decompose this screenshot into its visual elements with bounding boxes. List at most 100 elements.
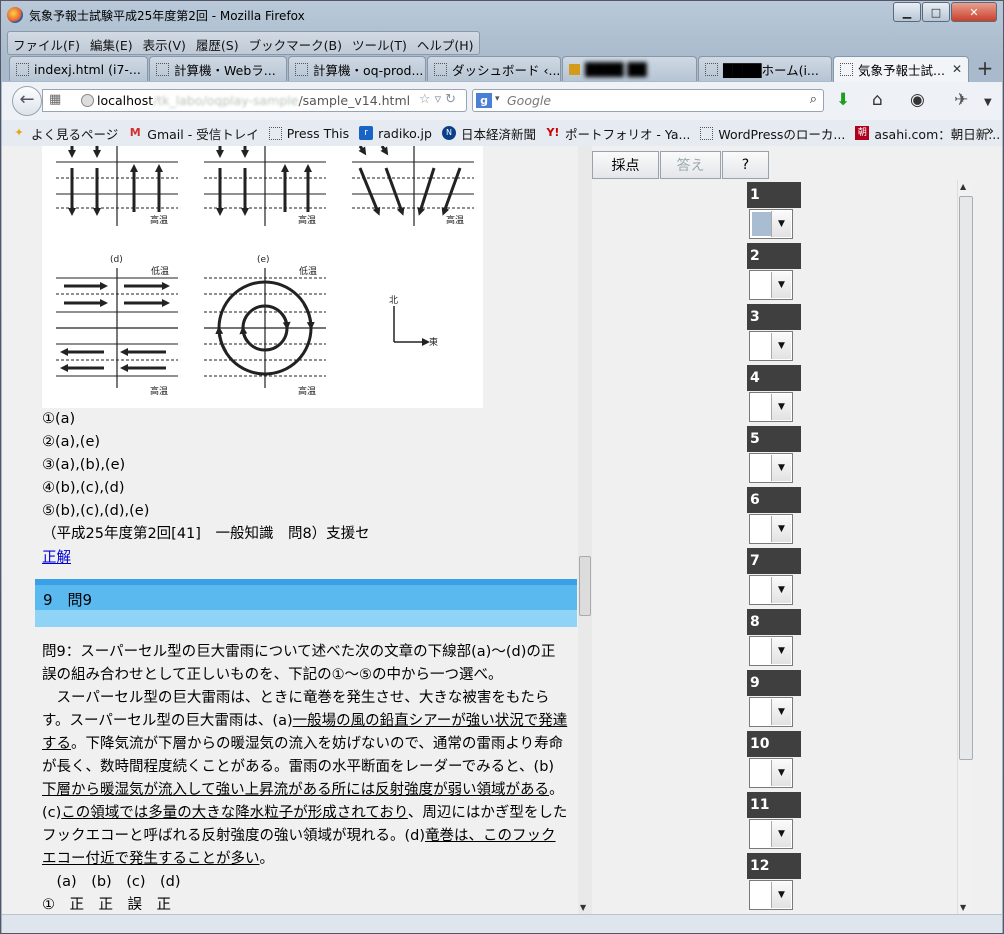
- answer-select[interactable]: ▼: [749, 880, 793, 910]
- answer-select[interactable]: ▼: [749, 636, 793, 666]
- page-icon: [268, 126, 282, 140]
- chevron-down-icon[interactable]: ▼: [771, 455, 791, 481]
- cold-label: 低温: [151, 265, 169, 277]
- chevron-down-icon[interactable]: ▼: [771, 577, 791, 603]
- answer-select[interactable]: ▼: [749, 331, 793, 361]
- tab-close-icon[interactable]: ✕: [952, 62, 962, 76]
- url-text[interactable]: localhost/tk_labo/oqplay-sample/sample_v…: [97, 93, 410, 108]
- answer-select[interactable]: ▼: [749, 575, 793, 605]
- question-number: 12: [747, 853, 801, 879]
- tab-dashboard[interactable]: ダッシュボード ‹...: [427, 56, 561, 81]
- answer-select[interactable]: ▼: [749, 514, 793, 544]
- bookmark-star-icon[interactable]: ☆▿↻: [419, 92, 460, 107]
- search-bar[interactable]: g ▾ Google ⌕: [472, 89, 824, 112]
- tab-label: indexj.html (i7-...: [34, 61, 141, 77]
- scroll-up-icon[interactable]: ▲: [960, 182, 966, 191]
- tab-label: ダッシュボード ‹...: [452, 62, 561, 78]
- menu-file[interactable]: ファイル(F): [8, 32, 85, 54]
- chevron-down-icon[interactable]: ▼: [771, 699, 791, 725]
- search-icon[interactable]: ⌕: [810, 92, 817, 107]
- tab-label: ████ホーム(i...: [723, 62, 819, 78]
- answer-select[interactable]: ▼: [749, 697, 793, 727]
- grade-button[interactable]: 採点: [592, 151, 659, 179]
- left-scrollbar[interactable]: ▼: [578, 146, 592, 914]
- minimize-button[interactable]: ▁: [893, 2, 921, 22]
- chevron-down-icon[interactable]: ▼: [771, 211, 791, 237]
- chevron-down-icon[interactable]: ▼: [771, 882, 791, 908]
- new-tab-button[interactable]: +: [971, 57, 999, 81]
- question-item: 5 ▼: [747, 426, 801, 487]
- url-bar[interactable]: ▦ localhost/tk_labo/oqplay-sample/sample…: [42, 89, 467, 112]
- answer-select[interactable]: ▼: [749, 270, 793, 300]
- tab-calc-oq[interactable]: 計算機・oq-prod...: [288, 56, 426, 81]
- tab-label: 計算機・oq-prod...: [313, 62, 424, 78]
- answer-button[interactable]: 答え: [660, 151, 721, 179]
- chevron-down-icon[interactable]: ▼: [771, 821, 791, 847]
- chevron-down-icon[interactable]: ▼: [771, 760, 791, 786]
- chevron-down-icon[interactable]: ▼: [771, 638, 791, 664]
- scrollbar-thumb[interactable]: [959, 196, 973, 760]
- question-item: 11 ▼: [747, 792, 801, 853]
- google-icon[interactable]: g: [476, 93, 492, 108]
- tab-blurred-1[interactable]: ████ ██: [562, 56, 697, 81]
- question-number: 3: [747, 304, 801, 330]
- question-number: 6: [747, 487, 801, 513]
- answer-select[interactable]: ▼: [749, 392, 793, 422]
- chevron-down-icon[interactable]: ▼: [771, 333, 791, 359]
- scrollbar-thumb[interactable]: [579, 556, 591, 616]
- bookmark-most-visited[interactable]: ✦ よく見るページ: [12, 124, 118, 143]
- chevron-down-icon[interactable]: ▼: [771, 516, 791, 542]
- gmail-icon: M: [129, 126, 141, 139]
- menu-history[interactable]: 履歴(S): [191, 32, 244, 54]
- home-icon[interactable]: ⌂: [872, 90, 883, 110]
- question-number: 11: [747, 792, 801, 818]
- question-item: 3 ▼: [747, 304, 801, 365]
- right-scrollbar[interactable]: ▲ ▼: [957, 180, 974, 914]
- maximize-button[interactable]: □: [922, 2, 950, 22]
- answer-select[interactable]: ▼: [749, 819, 793, 849]
- answer-select[interactable]: ▼: [749, 453, 793, 483]
- chevron-down-icon[interactable]: ▾: [495, 94, 500, 104]
- answer-select[interactable]: ▼: [749, 209, 793, 239]
- bookmark-wordpress[interactable]: WordPressのローカ...: [700, 124, 845, 143]
- sync-icon[interactable]: ◉: [910, 90, 925, 110]
- menu-tools[interactable]: ツール(T): [347, 32, 412, 54]
- page-icon: [156, 62, 169, 76]
- download-icon[interactable]: ⬇: [836, 90, 850, 110]
- bookmark-asahi[interactable]: 朝 asahi.com：朝日新...: [855, 124, 1000, 143]
- page-icon: [705, 62, 718, 76]
- search-placeholder: Google: [507, 93, 552, 108]
- menu-help[interactable]: ヘルプ(H): [412, 32, 479, 54]
- bookmark-nikkei[interactable]: N 日本経済新聞: [441, 124, 536, 143]
- source-note: （平成25年度第2回[41] 一般知識 問8）支援セ: [42, 526, 370, 542]
- chevron-down-icon[interactable]: ▼: [984, 93, 992, 113]
- page-icon: [16, 62, 29, 76]
- page-icon: [700, 126, 714, 140]
- page-info-icon[interactable]: ▦: [49, 92, 61, 107]
- hot-label: 高温: [446, 214, 464, 226]
- chevron-down-icon[interactable]: ▼: [771, 394, 791, 420]
- scroll-down-icon[interactable]: ▼: [960, 903, 966, 912]
- scroll-down-icon[interactable]: ▼: [580, 903, 586, 912]
- asahi-icon: 朝: [855, 126, 870, 140]
- tab-calc-web[interactable]: 計算機・Webラ...: [149, 56, 287, 81]
- back-button[interactable]: ←: [12, 86, 42, 116]
- bookmark-press-this[interactable]: Press This: [268, 126, 349, 141]
- tab-active[interactable]: 気象予報士試... ✕: [833, 56, 969, 82]
- bookmark-yahoo[interactable]: Y! ポートフォリオ - Ya...: [546, 124, 690, 143]
- chevron-right-icon[interactable]: »: [986, 124, 994, 139]
- menu-bookmarks[interactable]: ブックマーク(B): [244, 32, 347, 54]
- menu-edit[interactable]: 編集(E): [85, 32, 138, 54]
- tab-blurred-2[interactable]: ████ホーム(i...: [698, 56, 832, 81]
- answer-panel: 採点 答え ? 1 ▼ 2 ▼ 3 ▼ 4 ▼ 5 ▼ 6 ▼ 7 ▼ 8 ▼ 9 ▼ 10 ▼ 1…: [592, 146, 972, 914]
- bookmark-radiko[interactable]: r radiko.jp: [359, 126, 432, 141]
- answer-select[interactable]: ▼: [749, 758, 793, 788]
- menu-view[interactable]: 表示(V): [138, 32, 191, 54]
- chevron-down-icon[interactable]: ▼: [771, 272, 791, 298]
- correct-answer-link[interactable]: 正解: [42, 546, 71, 567]
- bookmark-gmail[interactable]: M Gmail - 受信トレイ: [128, 124, 259, 143]
- addon-icon[interactable]: ✈: [954, 90, 968, 110]
- close-button[interactable]: ✕: [951, 2, 997, 22]
- help-button[interactable]: ?: [722, 151, 769, 179]
- tab-indexj[interactable]: indexj.html (i7-...: [9, 56, 148, 81]
